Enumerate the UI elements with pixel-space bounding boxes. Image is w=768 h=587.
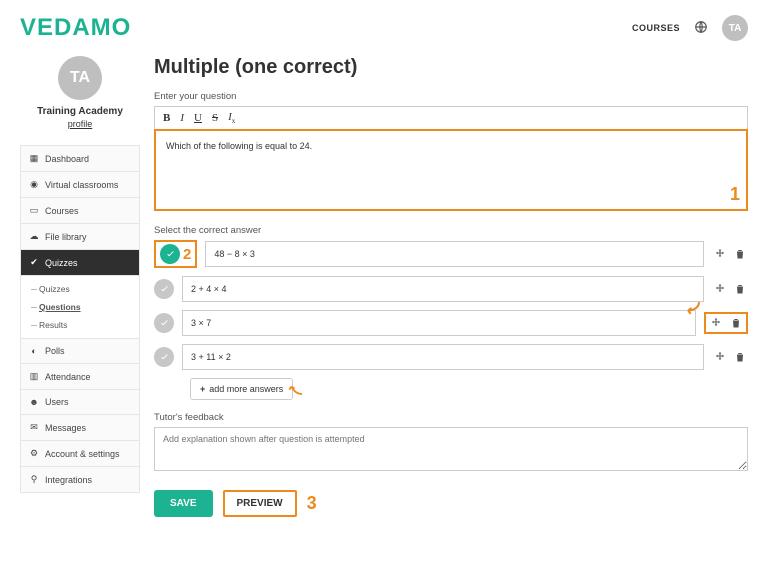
move-icon[interactable] [712, 281, 728, 297]
save-button[interactable]: SAVE [154, 490, 213, 517]
sidebar-item-account-settings[interactable]: ⚙ Account & settings [21, 441, 139, 467]
sidebar-item-users[interactable]: ☻ Users [21, 390, 139, 415]
move-icon[interactable] [712, 246, 728, 262]
question-editor[interactable]: Which of the following is equal to 24. [154, 129, 748, 211]
sidebar-sub-questions[interactable]: Questions [39, 298, 139, 316]
sidebar-sub-quizzes[interactable]: Quizzes [39, 280, 139, 298]
sidebar-item-label: Users [45, 397, 69, 407]
answer-input[interactable]: 3 × 7 [182, 310, 696, 336]
check-icon: ✔ [29, 257, 39, 268]
feedback-textarea[interactable] [154, 427, 748, 471]
courses-link[interactable]: COURSES [632, 23, 680, 33]
sidebar-item-label: Quizzes [45, 258, 78, 268]
question-label: Enter your question [154, 91, 748, 102]
sidebar-item-label: Attendance [45, 372, 91, 382]
cloud-icon: ☁ [29, 231, 39, 242]
globe-icon[interactable] [694, 20, 708, 37]
sidebar-menu: ▦Dashboard ◉Virtual classrooms ▭Courses … [20, 145, 140, 493]
annotation-2-box: 2 [154, 240, 197, 268]
italic-button[interactable]: I [178, 112, 186, 124]
sidebar-sub-results[interactable]: Results [39, 316, 139, 334]
trash-icon[interactable] [732, 349, 748, 365]
sidebar-item-label: File library [45, 232, 87, 242]
app-logo: VEDAMO [20, 14, 131, 42]
feedback-label: Tutor's feedback [154, 412, 748, 423]
sidebar-item-label: Virtual classrooms [45, 180, 118, 190]
grid-icon: ▦ [29, 153, 39, 164]
user-avatar[interactable]: TA [722, 15, 748, 41]
answer-row: 2 + 4 × 4 [154, 276, 748, 302]
book-icon: ▭ [29, 205, 39, 216]
plus-icon: + [200, 384, 205, 394]
underline-button[interactable]: U [192, 112, 204, 124]
sidebar-item-label: Account & settings [45, 449, 120, 459]
org-name: Training Academy [20, 106, 140, 117]
correct-toggle[interactable] [154, 347, 174, 367]
sidebar-item-label: Courses [45, 206, 79, 216]
sidebar-item-polls[interactable]: ◐ Polls [21, 339, 139, 364]
sidebar-item-label: Dashboard [45, 154, 89, 164]
editor-toolbar: B I U S Ix [154, 106, 748, 129]
sidebar-item-courses[interactable]: ▭ Courses [21, 198, 139, 224]
answer-input[interactable]: 2 + 4 × 4 [182, 276, 704, 302]
sidebar-item-dashboard[interactable]: ▦ Dashboard [21, 146, 139, 172]
move-icon[interactable] [708, 315, 724, 331]
sidebar-item-virtual-classrooms[interactable]: ◉ Virtual classrooms [21, 172, 139, 198]
sidebar-item-messages[interactable]: ✉ Messages [21, 415, 139, 441]
sidebar-item-label: Integrations [45, 475, 92, 485]
bold-button[interactable]: B [161, 112, 172, 124]
trash-icon[interactable] [728, 315, 744, 331]
sidebar-item-file-library[interactable]: ☁ File library [21, 224, 139, 250]
trash-icon[interactable] [732, 281, 748, 297]
users-icon: ☻ [29, 397, 39, 407]
org-avatar: TA [58, 56, 102, 100]
answer-row: 2 48 − 8 × 3 [154, 240, 748, 268]
chart-icon: ◐ [29, 346, 39, 356]
answer-input[interactable]: 3 + 11 × 2 [182, 344, 704, 370]
preview-button[interactable]: PREVIEW [223, 490, 297, 517]
correct-toggle[interactable] [160, 244, 180, 264]
plug-icon: ⚲ [29, 474, 39, 485]
calendar-icon: ▥ [29, 371, 39, 382]
annotation-2: 2 [183, 246, 191, 263]
play-icon: ◉ [29, 179, 39, 190]
answer-label: Select the correct answer [154, 225, 748, 236]
trash-icon[interactable] [732, 246, 748, 262]
sidebar-item-label: Polls [45, 346, 65, 356]
answer-row: 3 × 7 [154, 310, 748, 336]
page-title: Multiple (one correct) [154, 56, 748, 79]
clear-format-button[interactable]: Ix [226, 111, 237, 125]
strike-button[interactable]: S [210, 112, 220, 124]
answer-row: 3 + 11 × 2 [154, 344, 748, 370]
annotation-1: 1 [730, 184, 740, 205]
mail-icon: ✉ [29, 422, 39, 433]
correct-toggle[interactable] [154, 279, 174, 299]
profile-link[interactable]: profile [20, 119, 140, 129]
sidebar-item-attendance[interactable]: ▥ Attendance [21, 364, 139, 390]
gear-icon: ⚙ [29, 448, 39, 459]
move-icon[interactable] [712, 349, 728, 365]
add-more-answers-button[interactable]: + add more answers [190, 378, 293, 400]
annotation-3: 3 [307, 493, 317, 514]
sidebar-item-integrations[interactable]: ⚲ Integrations [21, 467, 139, 493]
sidebar-item-quizzes[interactable]: ✔ Quizzes [21, 250, 139, 276]
answer-input[interactable]: 48 − 8 × 3 [205, 241, 704, 267]
sidebar-item-label: Messages [45, 423, 86, 433]
add-more-label: add more answers [209, 384, 283, 394]
correct-toggle[interactable] [154, 313, 174, 333]
